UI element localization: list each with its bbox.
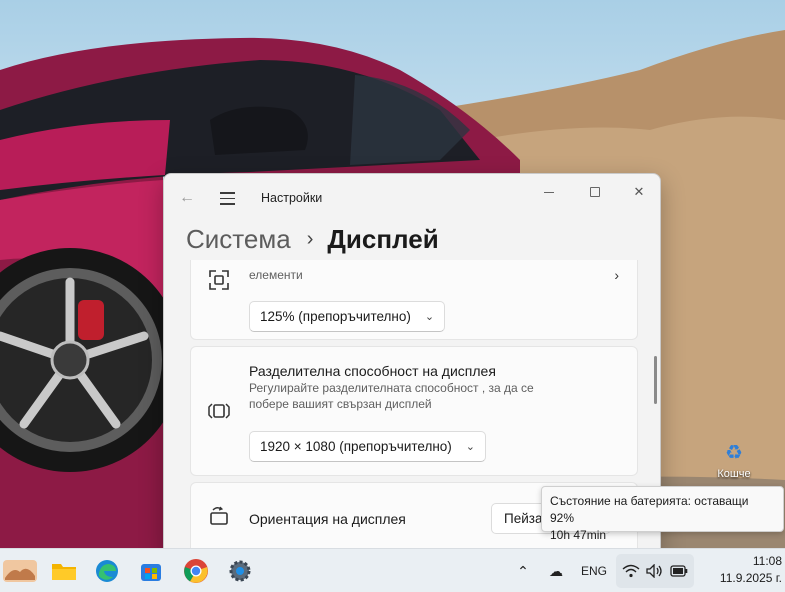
settings-icon: [229, 560, 251, 582]
resolution-icon: [208, 403, 230, 419]
clock-time: 11:08: [752, 554, 782, 568]
minimize-button[interactable]: [526, 180, 572, 204]
close-button[interactable]: ✕: [616, 180, 660, 204]
minimize-icon: [544, 192, 554, 193]
resolution-card: Разделителна способност на дисплея Регул…: [190, 346, 638, 476]
scale-card[interactable]: елементи › 125% (препоръчително) ⌄: [190, 260, 638, 340]
scale-dropdown-value: 125% (препоръчително): [260, 309, 411, 324]
resolution-title: Разделителна способност на дисплея: [249, 363, 496, 379]
battery-tooltip: Състояние на батерията: оставащи 92% 10h…: [541, 486, 784, 542]
edge-button[interactable]: [91, 556, 123, 586]
hamburger-menu-icon[interactable]: [216, 188, 238, 208]
clock-date: 11.9.2025 г.: [719, 571, 782, 585]
scale-card-title: елементи: [249, 268, 303, 282]
recycle-bin-label: Кошче: [717, 468, 751, 480]
quick-settings-group[interactable]: [616, 554, 694, 588]
recycle-bin-icon: ♻: [725, 442, 743, 464]
clock[interactable]: 11:08 11.9.2025 г.: [700, 553, 782, 587]
scale-icon: [209, 270, 229, 290]
maximize-button[interactable]: [572, 180, 618, 204]
tooltip-line-1: Състояние на батерията: оставащи 92%: [550, 494, 749, 525]
recycle-bin-shortcut[interactable]: ♻ Кошче: [714, 440, 754, 480]
chrome-icon: [184, 559, 208, 583]
close-icon: ✕: [633, 184, 645, 199]
window-title: Настройки: [261, 191, 323, 205]
resolution-dropdown[interactable]: 1920 × 1080 (препоръчително) ⌄: [249, 431, 487, 462]
settings-taskbar-button[interactable]: [224, 556, 256, 586]
chevron-down-icon: ⌄: [465, 441, 476, 453]
title-bar[interactable]: ← Настройки ✕: [164, 174, 660, 220]
file-explorer-icon: [52, 564, 76, 580]
resolution-dropdown-value: 1920 × 1080 (препоръчително): [260, 439, 452, 454]
page-title: Дисплей: [327, 223, 439, 254]
edge-icon: [96, 560, 118, 582]
breadcrumb: Система › Дисплей: [186, 222, 439, 256]
resolution-subtitle: Регулирайте разделителната способност , …: [249, 381, 534, 411]
orientation-icon: [210, 506, 228, 525]
scrollbar-thumb[interactable]: [654, 356, 657, 404]
volume-icon: [646, 564, 662, 578]
orientation-title: Ориентация на дисплея: [249, 511, 406, 527]
widgets-button[interactable]: [2, 556, 38, 586]
chrome-button[interactable]: [180, 556, 212, 586]
maximize-icon: [590, 187, 600, 197]
file-explorer-button[interactable]: [48, 556, 80, 586]
battery-icon: [670, 565, 688, 577]
cloud-sync-icon[interactable]: ☁: [544, 560, 568, 582]
breadcrumb-separator: ›: [306, 227, 314, 250]
show-hidden-icons-icon[interactable]: ⌃: [512, 560, 534, 582]
store-button[interactable]: [135, 556, 167, 586]
chevron-down-icon: ⌄: [424, 311, 435, 323]
language-indicator[interactable]: ENG: [578, 560, 610, 582]
store-icon: [141, 564, 161, 581]
orientation-dropdown-value: Пейза: [504, 511, 543, 526]
back-arrow-icon[interactable]: ←: [176, 188, 198, 208]
taskbar: ⌃ ☁ ENG 11:08 11.9.2025 г.: [0, 548, 785, 592]
chevron-right-icon[interactable]: ›: [614, 267, 619, 283]
widgets-icon: [3, 560, 37, 582]
scale-dropdown[interactable]: 125% (препоръчително) ⌄: [249, 301, 446, 332]
wifi-icon: [622, 564, 640, 578]
breadcrumb-parent[interactable]: Система: [186, 224, 291, 255]
tooltip-line-2: 10h 47min: [550, 528, 607, 542]
